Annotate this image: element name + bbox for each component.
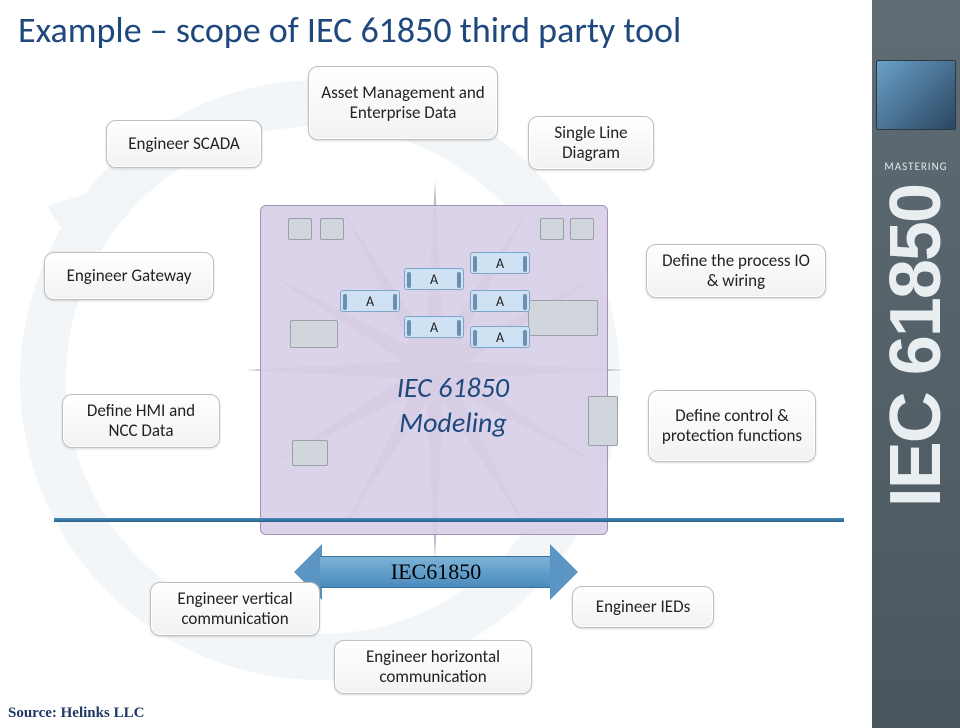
a-badge: A xyxy=(404,268,464,290)
device-icon xyxy=(570,218,594,240)
label-engineer-horizontal-comm: Engineer horizontal communication xyxy=(334,640,532,694)
label-define-process-io: Define the process IO & wiring xyxy=(646,244,826,298)
iec61850-bus-label: IEC61850 xyxy=(294,544,578,600)
right-sidebar: MASTERING IEC 61850 xyxy=(872,0,960,728)
sidebar-iec-logo: IEC 61850 xyxy=(872,185,960,625)
a-badge: A xyxy=(340,290,400,312)
label-define-hmi-ncc: Define HMI and NCC Data xyxy=(62,394,220,448)
a-badge: A xyxy=(470,252,530,274)
label-single-line-diagram: Single Line Diagram xyxy=(528,116,654,170)
device-icon xyxy=(288,218,312,240)
device-icon xyxy=(320,218,344,240)
device-icon xyxy=(588,396,618,446)
device-icon xyxy=(290,320,338,348)
device-icon xyxy=(540,218,564,240)
device-icon xyxy=(292,440,328,466)
label-engineer-ieds: Engineer IEDs xyxy=(572,586,714,628)
label-asset-management: Asset Management and Enterprise Data xyxy=(308,66,498,140)
sidebar-thumbnail xyxy=(876,60,956,130)
modeling-title-line2: Modeling xyxy=(368,405,538,440)
bus-line xyxy=(54,518,844,522)
modeling-title: IEC 61850 Modeling xyxy=(368,370,538,440)
device-icon xyxy=(528,300,598,336)
source-line: Source: Helinks LLC xyxy=(8,705,144,722)
a-badge: A xyxy=(404,316,464,338)
sidebar-iec-text: IEC 61850 xyxy=(884,185,949,507)
modeling-title-line1: IEC 61850 xyxy=(368,370,538,405)
a-badge: A xyxy=(470,326,530,348)
sidebar-mastering-text: MASTERING xyxy=(872,160,960,173)
label-engineer-scada: Engineer SCADA xyxy=(106,120,262,168)
label-engineer-gateway: Engineer Gateway xyxy=(44,252,214,300)
label-define-control-protection: Define control & protection functions xyxy=(648,390,816,462)
page-title: Example – scope of IEC 61850 third party… xyxy=(18,8,681,52)
a-badge: A xyxy=(470,290,530,312)
label-engineer-vertical-comm: Engineer vertical communication xyxy=(150,582,320,636)
iec61850-bus-arrow: IEC61850 xyxy=(294,544,578,600)
